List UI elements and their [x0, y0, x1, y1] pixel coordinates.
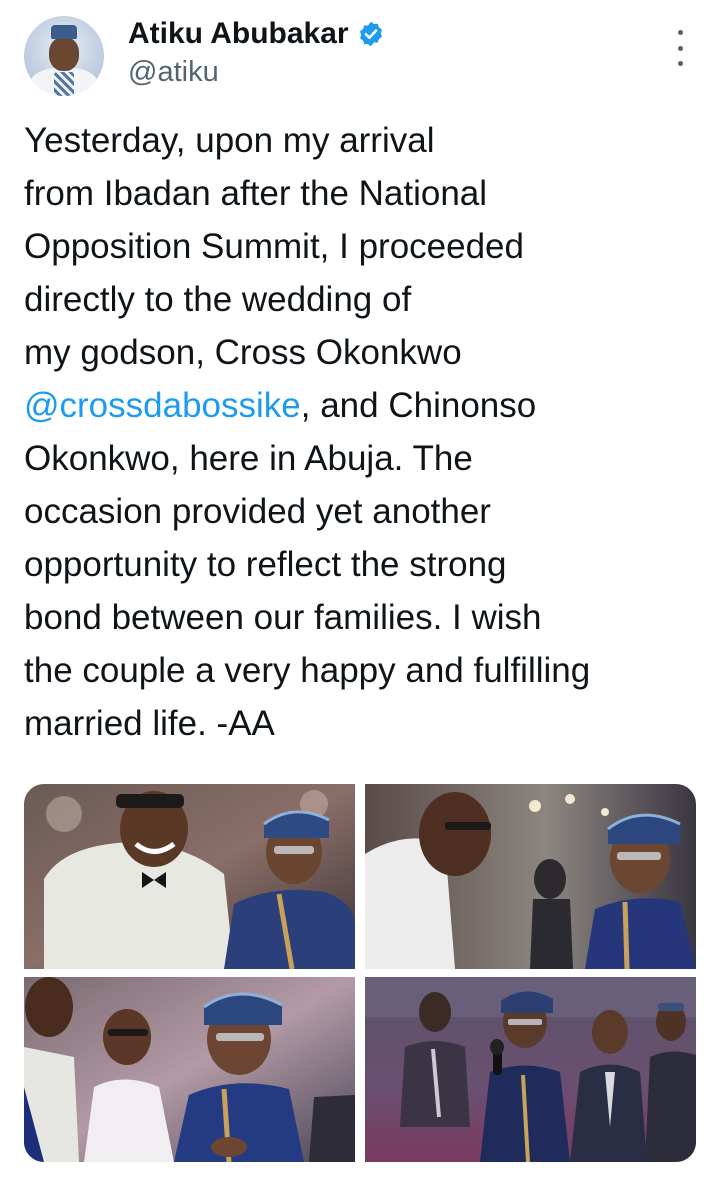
text-line: my godson, Cross Okonkwo: [24, 333, 462, 372]
text-line: Okonkwo, here in Abuja. The: [24, 439, 473, 478]
display-name[interactable]: Atiku Abubakar: [128, 17, 349, 51]
media-photo-1[interactable]: [24, 784, 355, 969]
text-line: from Ibadan after the National: [24, 174, 488, 213]
more-options-icon[interactable]: [668, 30, 692, 66]
media-photo-2[interactable]: [365, 784, 696, 969]
mention-link[interactable]: @crossdabossike: [24, 386, 301, 425]
author-name-row[interactable]: Atiku Abubakar: [128, 14, 385, 54]
text-line: directly to the wedding of: [24, 280, 412, 319]
text-line: Yesterday, upon my arrival: [24, 121, 435, 160]
text-line: Opposition Summit, I proceeded: [24, 227, 524, 266]
text-line: bond between our families. I wish: [24, 598, 542, 637]
tweet-text: Yesterday, upon my arrival from Ibadan a…: [24, 114, 694, 750]
verified-badge-icon: [359, 21, 382, 47]
text-line: married life. -AA: [24, 704, 275, 743]
media-photo-3[interactable]: [24, 977, 355, 1162]
text-line: the couple a very happy and fulfilling: [24, 651, 591, 690]
tweet-header: Atiku Abubakar @atiku: [0, 0, 705, 110]
text-line: opportunity to reflect the strong: [24, 545, 507, 584]
author-handle[interactable]: @atiku: [128, 56, 219, 89]
media-grid: [24, 784, 696, 1162]
text-line: @crossdabossike, and Chinonso: [24, 386, 537, 425]
text-line: occasion provided yet another: [24, 492, 491, 531]
media-photo-4[interactable]: [365, 977, 696, 1162]
avatar[interactable]: [24, 16, 104, 96]
